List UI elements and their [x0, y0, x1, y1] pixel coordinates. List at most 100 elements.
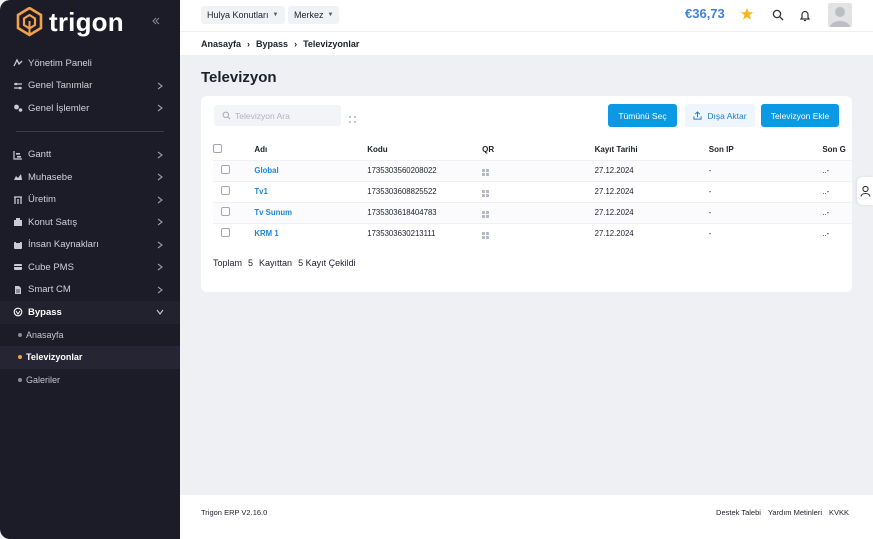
search-input[interactable] [235, 110, 335, 121]
sidebar-item-label: Smart CM [28, 284, 71, 296]
qr-code-icon[interactable] [482, 189, 490, 198]
sidebar-item-muhasebe[interactable]: Muhasebe [0, 166, 180, 189]
balance-amount[interactable]: €36,73 [685, 6, 725, 21]
footer-link-kvkk[interactable]: KVKK [829, 508, 849, 517]
sidebar-item-label: Genel İşlemler [28, 102, 90, 114]
sidebar-item-genel-islemler[interactable]: Genel İşlemler [0, 97, 180, 120]
export-button[interactable]: Dışa Aktar [685, 104, 755, 127]
property-select-value: Hulya Konutları [207, 10, 269, 20]
table-row[interactable]: Tv1 1735303608825522 27.12.2024 - ..- [213, 180, 852, 202]
sidebar-item-genel-tanimlar[interactable]: Genel Tanımlar [0, 75, 180, 98]
sidebar-item-cube-pms[interactable]: Cube PMS [0, 256, 180, 279]
sidebar-item-gantt[interactable]: Gantt [0, 144, 180, 167]
chevron-right-icon: › [294, 38, 298, 49]
production-icon [13, 195, 23, 205]
grid-view-icon[interactable] [349, 111, 357, 123]
sidebar-subitem-galeriler[interactable]: Galeriler [0, 369, 180, 392]
page-footer: Trigon ERP V2.16.0 Destek Talebi Yardım … [180, 495, 873, 539]
chevron-right-icon [156, 104, 164, 112]
qr-code-icon[interactable] [482, 231, 490, 240]
registration-date: 27.12.2024 [594, 159, 709, 181]
television-name-link[interactable]: Tv1 [254, 187, 267, 196]
sidebar-subitem-televizyonlar[interactable]: Televizyonlar [0, 346, 180, 369]
table-row[interactable]: Tv Sunum 1735303618404783 27.12.2024 - .… [213, 201, 852, 223]
sidebar-item-label: İnsan Kaynakları [28, 239, 99, 251]
search-icon [222, 111, 231, 120]
sidebar-item-uretim[interactable]: Üretim [0, 189, 180, 212]
qr-code-icon[interactable] [482, 168, 490, 177]
add-television-button[interactable]: Televizyon Ekle [761, 104, 839, 127]
row-checkbox[interactable] [221, 207, 230, 216]
user-panel-tab[interactable] [857, 177, 873, 205]
column-header-last-seen[interactable]: Son G [822, 140, 852, 160]
location-select[interactable]: Merkez ▼ [288, 6, 340, 24]
caret-down-icon: ▼ [327, 12, 334, 18]
registration-date: 27.12.2024 [594, 201, 709, 223]
table-row[interactable]: KRM 1 1735303630213111 27.12.2024 - ..- [213, 222, 852, 244]
television-name-link[interactable]: Global [254, 166, 278, 175]
last-ip: - [708, 222, 823, 244]
building-icon [13, 217, 23, 227]
footer-link-support[interactable]: Destek Talebi [716, 508, 761, 517]
app-version: Trigon ERP V2.16.0 [201, 508, 268, 517]
location-select-value: Merkez [294, 10, 324, 20]
people-icon [13, 240, 23, 250]
column-header-last-ip[interactable]: Son IP [709, 140, 823, 160]
chevron-right-icon [156, 286, 164, 294]
sidebar-item-konut-satis[interactable]: Konut Satış [0, 211, 180, 234]
sidebar-item-bypass[interactable]: Bypass [0, 301, 180, 324]
sidebar-nav: Yönetim Paneli Genel Tanımlar Genel İşle… [0, 52, 180, 391]
chevron-right-icon [156, 241, 164, 249]
sidebar-item-label: Genel Tanımlar [28, 80, 93, 92]
column-header-date[interactable]: Kayıt Tarihi [595, 140, 709, 160]
record-summary: Toplam 5 Kayıttan 5 Kayıt Çekildi [213, 258, 356, 268]
brand[interactable]: trigon [16, 5, 124, 39]
row-checkbox[interactable] [221, 165, 230, 174]
breadcrumb-item: Televizyonlar [303, 38, 360, 49]
search-icon[interactable] [771, 8, 785, 22]
qr-code-icon[interactable] [482, 210, 490, 219]
breadcrumb-item[interactable]: Anasayfa [201, 39, 241, 49]
gantt-chart-icon [13, 150, 23, 160]
sidebar-item-yonetim-paneli[interactable]: Yönetim Paneli [0, 52, 180, 75]
row-checkbox[interactable] [221, 186, 230, 195]
bell-icon[interactable] [798, 8, 812, 22]
television-code: 1735303560208022 [367, 159, 483, 181]
select-all-checkbox-cell [213, 140, 254, 160]
registration-date: 27.12.2024 [594, 222, 709, 244]
chevron-right-icon: › [247, 38, 251, 49]
television-name-link[interactable]: KRM 1 [254, 229, 278, 238]
upload-icon [693, 111, 702, 120]
select-all-button[interactable]: Tümünü Seç [608, 104, 677, 127]
row-checkbox[interactable] [221, 228, 230, 238]
sidebar-subitem-label: Anasayfa [26, 329, 64, 340]
last-seen: ..- [822, 222, 852, 244]
sidebar: trigon Yönetim Paneli Genel Tanımlar Gen… [0, 0, 180, 539]
chevron-right-icon [156, 263, 164, 271]
document-icon [13, 285, 23, 295]
footer-link-help[interactable]: Yardım Metinleri [768, 508, 822, 517]
star-icon[interactable] [740, 7, 754, 21]
registration-date: 27.12.2024 [594, 180, 709, 202]
column-header-name[interactable]: Adı [254, 140, 367, 160]
avatar[interactable] [828, 3, 852, 27]
property-select[interactable]: Hulya Konutları ▼ [201, 6, 285, 24]
sidebar-item-label: Üretim [28, 194, 56, 206]
television-name-link[interactable]: Tv Sunum [254, 208, 292, 217]
sidebar-subitem-anasayfa[interactable]: Anasayfa [0, 324, 180, 347]
table-row[interactable]: Global 1735303560208022 27.12.2024 - ..- [213, 159, 852, 181]
collapse-sidebar-icon[interactable] [151, 16, 163, 28]
column-header-code[interactable]: Kodu [367, 140, 482, 160]
column-header-qr[interactable]: QR [482, 140, 595, 160]
chart-line-icon [13, 58, 23, 68]
sidebar-item-insan-kaynaklari[interactable]: İnsan Kaynakları [0, 234, 180, 257]
search-box[interactable] [214, 105, 341, 126]
sidebar-item-smart-cm[interactable]: Smart CM [0, 279, 180, 302]
bullet-icon [18, 355, 22, 360]
select-all-checkbox[interactable] [213, 144, 222, 154]
table-header-row: Adı Kodu QR Kayıt Tarihi Son IP Son G [213, 140, 852, 160]
last-seen: ..- [822, 180, 852, 202]
breadcrumb-item[interactable]: Bypass [256, 39, 288, 49]
card-icon [13, 262, 23, 272]
brand-name: trigon [49, 6, 124, 37]
